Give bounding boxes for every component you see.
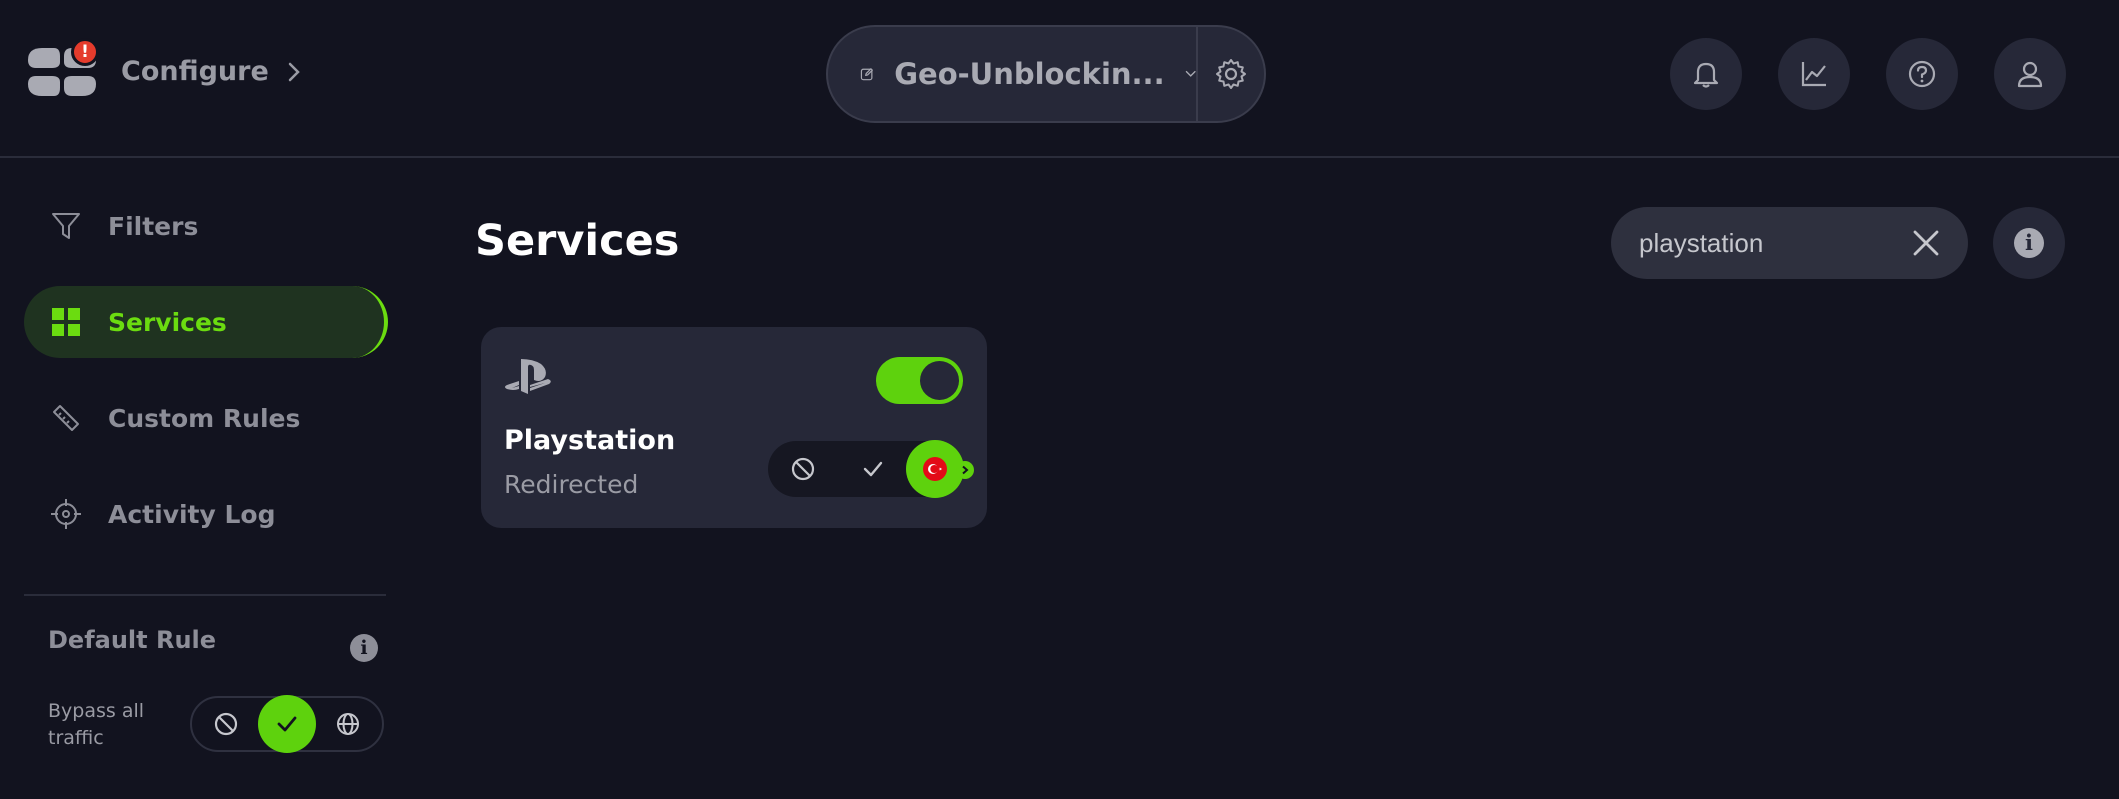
profile-dropdown[interactable]: Geo-Unblockin... bbox=[828, 27, 1198, 121]
search-box bbox=[1611, 207, 1968, 279]
toggle-knob bbox=[920, 361, 959, 400]
chevron-down-icon bbox=[1185, 70, 1196, 77]
sidebar-item-custom-rules[interactable]: Custom Rules bbox=[24, 382, 386, 454]
sidebar-item-activity-log[interactable]: Activity Log bbox=[24, 478, 386, 550]
top-bar: ! Configure Geo-Unblockin... bbox=[0, 0, 2119, 158]
sidebar-divider bbox=[24, 594, 386, 596]
sidebar-item-filters[interactable]: Filters bbox=[24, 190, 386, 262]
help-button[interactable] bbox=[1886, 38, 1958, 110]
gear-icon bbox=[1216, 59, 1246, 89]
help-icon bbox=[1908, 60, 1936, 88]
service-card: Playstation Redirected bbox=[481, 327, 987, 528]
profile-name: Geo-Unblockin... bbox=[894, 57, 1165, 91]
user-icon bbox=[2017, 61, 2043, 88]
redirect-country-chevron[interactable] bbox=[956, 461, 974, 479]
service-status: Redirected bbox=[504, 470, 639, 499]
rule-option-allow[interactable] bbox=[258, 695, 316, 753]
sidebar-item-label: Activity Log bbox=[108, 499, 276, 529]
service-name: Playstation bbox=[504, 425, 676, 456]
profile-settings-button[interactable] bbox=[1198, 27, 1264, 121]
default-rule-title: Default Rule bbox=[48, 626, 217, 654]
info-icon[interactable]: i bbox=[350, 634, 378, 662]
grid-icon bbox=[52, 308, 80, 336]
edit-icon[interactable] bbox=[860, 59, 874, 89]
account-button[interactable] bbox=[1994, 38, 2066, 110]
playstation-icon bbox=[505, 359, 551, 394]
mode-option-allow[interactable] bbox=[838, 441, 908, 497]
chevron-right-icon bbox=[288, 62, 300, 81]
chevron-right-icon bbox=[962, 465, 969, 475]
crosshair-icon bbox=[51, 499, 81, 529]
bell-icon bbox=[1693, 62, 1719, 88]
ruler-icon bbox=[53, 405, 79, 431]
block-icon bbox=[791, 457, 815, 481]
service-mode-toggle bbox=[768, 440, 974, 498]
mode-option-block[interactable] bbox=[768, 441, 838, 497]
globe-icon bbox=[337, 713, 359, 735]
turkey-flag-icon bbox=[923, 457, 947, 481]
breadcrumb-configure[interactable]: Configure bbox=[121, 56, 301, 87]
block-icon bbox=[214, 712, 238, 736]
rule-option-block[interactable] bbox=[200, 698, 252, 750]
chart-icon bbox=[1801, 62, 1826, 87]
configure-label: Configure bbox=[121, 56, 269, 87]
check-icon bbox=[277, 716, 297, 732]
default-rule-toggle bbox=[190, 695, 384, 753]
close-icon[interactable] bbox=[1912, 229, 1940, 257]
check-icon bbox=[863, 461, 883, 477]
info-button[interactable]: i bbox=[1993, 207, 2065, 279]
notifications-button[interactable] bbox=[1670, 38, 1742, 110]
alert-badge[interactable]: ! bbox=[71, 38, 99, 66]
sidebar-item-label: Custom Rules bbox=[108, 403, 301, 433]
page-title: Services bbox=[475, 216, 680, 266]
funnel-icon bbox=[52, 213, 80, 239]
statistics-button[interactable] bbox=[1778, 38, 1850, 110]
search-input[interactable] bbox=[1639, 227, 1909, 259]
profile-selector: Geo-Unblockin... bbox=[826, 25, 1266, 123]
service-enabled-toggle[interactable] bbox=[876, 357, 963, 404]
bypass-label: Bypass all traffic bbox=[48, 700, 145, 749]
info-icon: i bbox=[2014, 228, 2044, 258]
sidebar: Filters Services Custom Rules Activity L… bbox=[24, 190, 388, 574]
sidebar-item-services[interactable]: Services bbox=[24, 286, 388, 358]
sidebar-item-label: Services bbox=[108, 307, 227, 337]
sidebar-item-label: Filters bbox=[108, 211, 199, 241]
rule-option-redirect[interactable] bbox=[322, 698, 374, 750]
